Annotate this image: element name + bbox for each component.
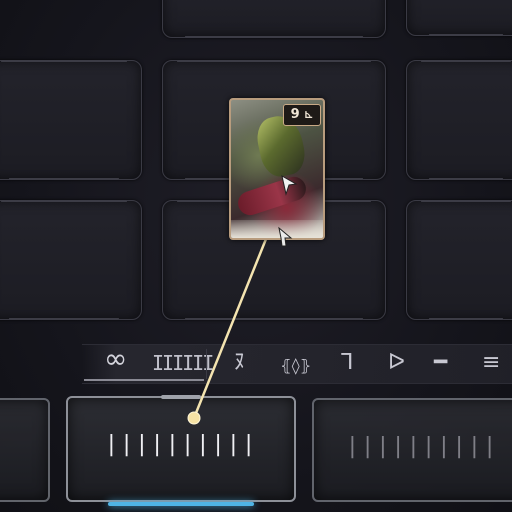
drag-connector-line [192,233,270,419]
mod-drain-value: 9 [290,107,300,122]
cursor-arrow-icon [281,175,298,196]
drag-connector [187,233,270,425]
cursor-hand-icon [278,226,293,247]
mod-polarity-icon: ⊾ [304,108,314,121]
drop-target-dot [187,411,201,425]
mod-drain-badge: 9 ⊾ [283,104,321,126]
mod-config-screen: ∞ IIIIII ﾇ ⦃◊⦄ ᒣ ᐅ ━ ≡ |||||||||| ||||||… [0,0,512,512]
dragged-mod-card[interactable]: 9 ⊾ [229,98,325,240]
